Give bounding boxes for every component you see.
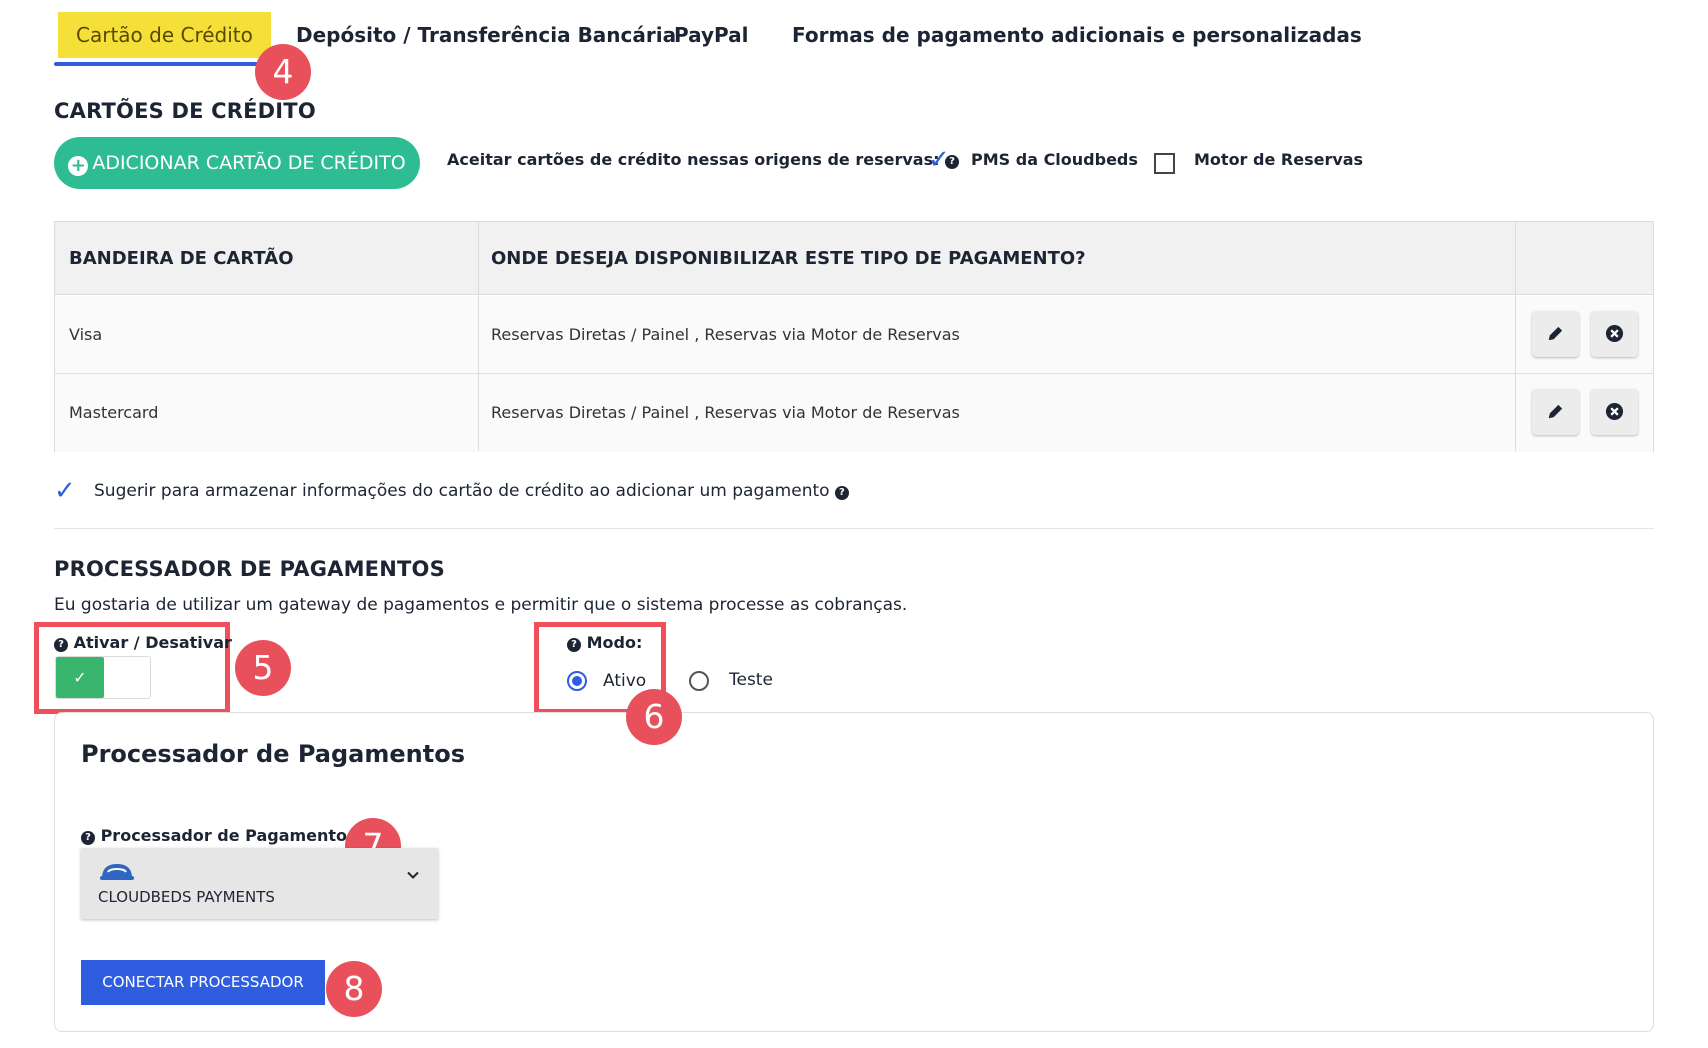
accept-origins-text: Aceitar cartões de crédito nessas origen…	[447, 150, 940, 169]
suggest-store-label: Sugerir para armazenar informações do ca…	[94, 481, 849, 501]
cloudbeds-logo-icon	[100, 864, 134, 880]
help-icon[interactable]: ?	[81, 831, 95, 845]
checkmark-icon[interactable]: ✓	[928, 145, 950, 175]
payment-tabs: Cartão de Crédito Depósito / Transferênc…	[0, 0, 1708, 70]
chevron-down-icon	[407, 871, 419, 879]
origin-booking-engine-checkbox[interactable]	[1154, 153, 1175, 174]
step-badge-4: 4	[255, 44, 311, 100]
enable-processor-toggle[interactable]: ✓	[55, 656, 151, 699]
processor-select[interactable]: CLOUDBEDS PAYMENTS	[81, 848, 438, 919]
connect-processor-button[interactable]: CONECTAR PROCESSADOR	[81, 960, 325, 1005]
close-circle-icon	[1605, 324, 1624, 343]
processor-select-label: ? Processador de Pagamentos	[81, 826, 357, 845]
accept-origins-label: Aceitar cartões de crédito nessas origen…	[447, 150, 960, 169]
credit-card-table: BANDEIRA DE CARTÃO ONDE DESEJA DISPONIBI…	[54, 221, 1654, 452]
processor-select-value: CLOUDBEDS PAYMENTS	[98, 888, 275, 906]
mode-label-text: Modo:	[586, 633, 643, 652]
card-where-cell: Reservas Diretas / Painel , Reservas via…	[491, 403, 960, 422]
step-badge-5: 5	[235, 640, 291, 696]
column-divider	[1515, 222, 1516, 451]
section-divider	[54, 528, 1654, 529]
mode-test-label: Teste	[729, 670, 773, 690]
origin-booking-engine-label: Motor de Reservas	[1194, 150, 1364, 169]
toggle-label-text: Ativar / Desativar	[73, 633, 232, 652]
tab-paypal[interactable]: PayPal	[674, 12, 749, 58]
tab-additional-methods[interactable]: Formas de pagamento adicionais e persona…	[792, 12, 1362, 58]
card-where-cell: Reservas Diretas / Painel , Reservas via…	[491, 325, 960, 344]
mode-test-radio[interactable]	[689, 671, 709, 691]
suggest-store-text: Sugerir para armazenar informações do ca…	[94, 481, 830, 501]
check-icon: ✓	[56, 657, 104, 698]
processor-select-label-text: Processador de Pagamentos	[100, 826, 357, 845]
add-credit-card-button[interactable]: + ADICIONAR CARTÃO DE CRÉDITO	[54, 137, 420, 189]
help-icon[interactable]: ?	[54, 638, 68, 652]
mode-active-radio[interactable]	[567, 671, 587, 691]
pencil-icon	[1548, 326, 1563, 341]
mode-active-label: Ativo	[603, 671, 647, 691]
help-icon[interactable]: ?	[834, 486, 849, 500]
credit-cards-heading: CARTÕES DE CRÉDITO	[54, 99, 316, 123]
column-header-brand: BANDEIRA DE CARTÃO	[69, 248, 294, 269]
column-divider	[478, 222, 479, 451]
processor-heading: PROCESSADOR DE PAGAMENTOS	[54, 557, 445, 581]
column-header-where: ONDE DESEJA DISPONIBILIZAR ESTE TIPO DE …	[491, 248, 1086, 269]
pencil-icon	[1548, 404, 1563, 419]
add-credit-card-label: ADICIONAR CARTÃO DE CRÉDITO	[92, 152, 406, 174]
active-tab-indicator	[54, 62, 262, 66]
processor-description: Eu gostaria de utilizar um gateway de pa…	[54, 595, 908, 615]
tab-credit-card[interactable]: Cartão de Crédito	[58, 12, 271, 58]
close-circle-icon	[1605, 402, 1624, 421]
origin-pms-label: PMS da Cloudbeds	[971, 150, 1138, 169]
suggest-store-checkbox[interactable]: ✓	[54, 476, 76, 506]
panel-title: Processador de Pagamentos	[81, 740, 465, 768]
plus-circle-icon: +	[68, 156, 89, 176]
tab-bank-transfer[interactable]: Depósito / Transferência Bancária	[296, 12, 676, 58]
edit-button[interactable]	[1532, 389, 1579, 435]
delete-button[interactable]	[1591, 389, 1638, 435]
delete-button[interactable]	[1591, 311, 1638, 357]
card-brand-cell: Visa	[69, 325, 103, 344]
step-badge-6: 6	[626, 689, 682, 745]
step-badge-8: 8	[326, 961, 382, 1017]
card-brand-cell: Mastercard	[69, 403, 159, 422]
mode-label: ? Modo:	[567, 633, 642, 652]
edit-button[interactable]	[1532, 311, 1579, 357]
toggle-label: ? Ativar / Desativar	[54, 633, 232, 652]
help-icon[interactable]: ?	[567, 638, 581, 652]
